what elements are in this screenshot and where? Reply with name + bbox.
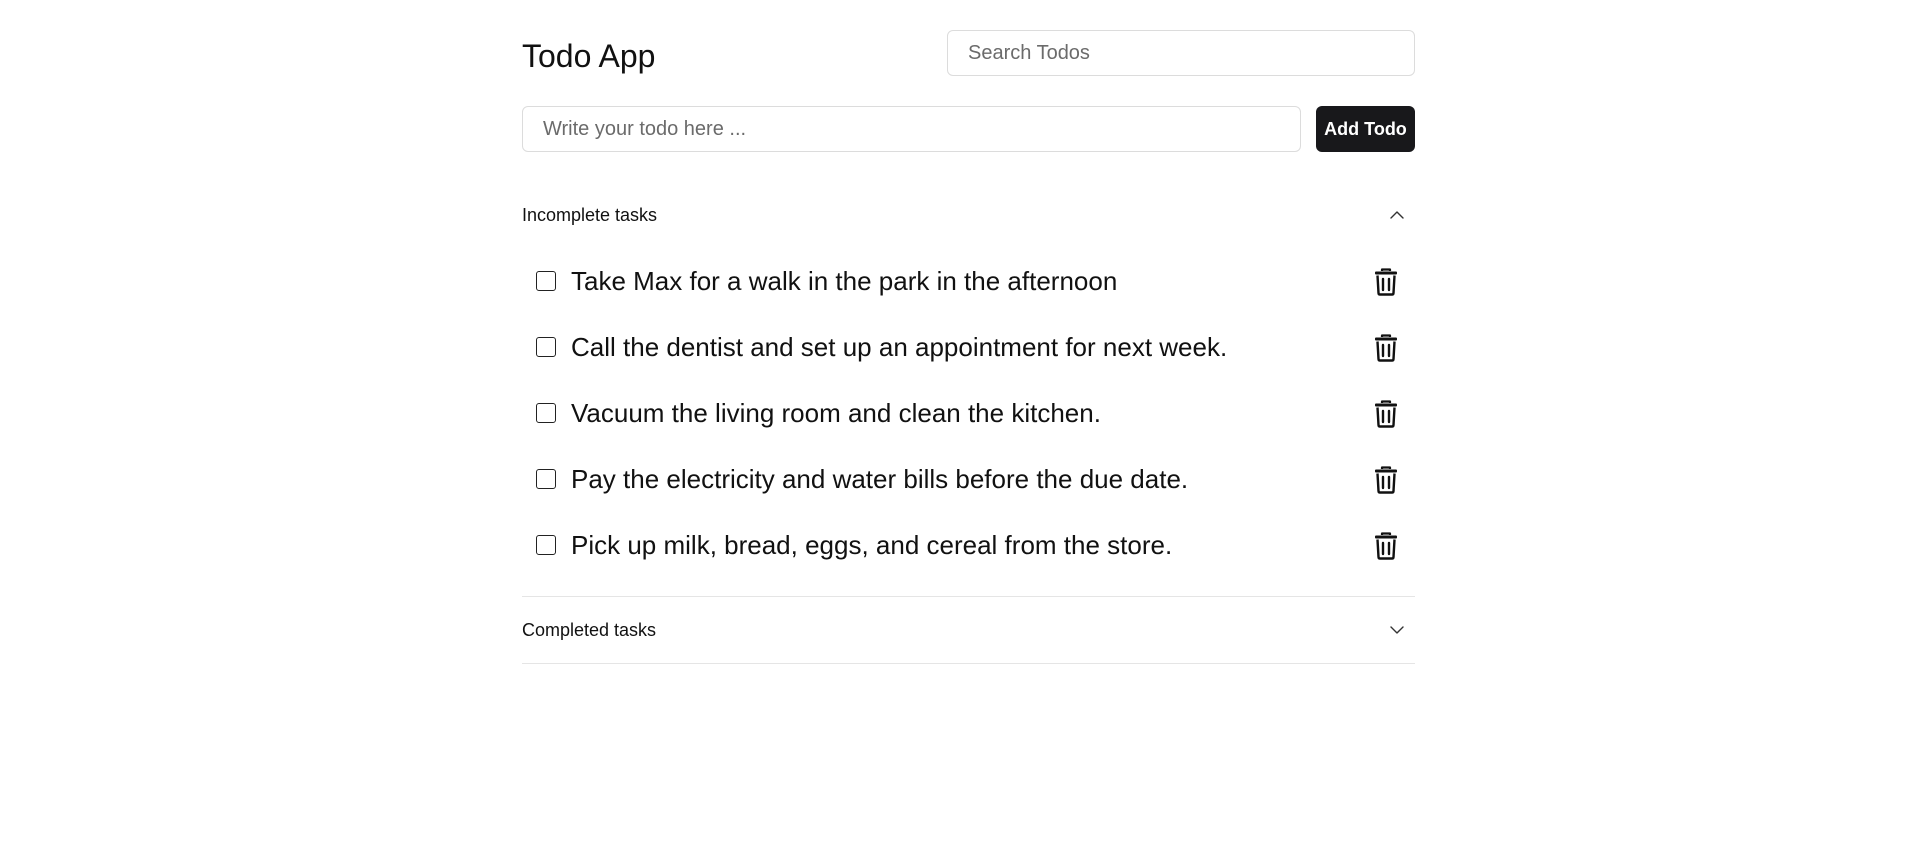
trash-icon[interactable] bbox=[1372, 267, 1400, 297]
incomplete-tasks-title: Incomplete tasks bbox=[522, 204, 658, 225]
completed-tasks-title: Completed tasks bbox=[522, 619, 657, 640]
task-text: Pick up milk, bread, eggs, and cereal fr… bbox=[571, 529, 1173, 560]
app-title: Todo App bbox=[522, 38, 656, 74]
task-row: Vacuum the living room and clean the kit… bbox=[522, 380, 1415, 446]
task-checkbox[interactable] bbox=[536, 403, 556, 423]
trash-icon[interactable] bbox=[1372, 465, 1400, 495]
chevron-down-icon bbox=[1389, 622, 1405, 638]
task-row: Pick up milk, bread, eggs, and cereal fr… bbox=[522, 512, 1415, 578]
incomplete-task-list: Take Max for a walk in the park in the a… bbox=[522, 248, 1415, 578]
task-row: Call the dentist and set up an appointme… bbox=[522, 314, 1415, 380]
task-checkbox[interactable] bbox=[536, 535, 556, 555]
task-checkbox[interactable] bbox=[536, 337, 556, 357]
chevron-up-icon bbox=[1389, 207, 1405, 223]
todo-input[interactable] bbox=[522, 106, 1301, 152]
section-divider bbox=[522, 663, 1415, 664]
task-text: Call the dentist and set up an appointme… bbox=[571, 331, 1228, 362]
search-input[interactable] bbox=[947, 30, 1415, 76]
task-row: Take Max for a walk in the park in the a… bbox=[522, 248, 1415, 314]
task-checkbox[interactable] bbox=[536, 469, 556, 489]
task-text: Take Max for a walk in the park in the a… bbox=[571, 265, 1118, 296]
add-todo-button[interactable]: Add Todo bbox=[1316, 106, 1415, 152]
task-text: Vacuum the living room and clean the kit… bbox=[571, 397, 1101, 428]
task-text: Pay the electricity and water bills befo… bbox=[571, 463, 1189, 494]
header: Todo App bbox=[522, 30, 1415, 76]
add-todo-row: Add Todo bbox=[522, 106, 1415, 152]
completed-tasks-toggle[interactable]: Completed tasks bbox=[522, 597, 1415, 663]
task-checkbox[interactable] bbox=[536, 271, 556, 291]
incomplete-tasks-toggle[interactable]: Incomplete tasks bbox=[522, 182, 1415, 248]
trash-icon[interactable] bbox=[1372, 333, 1400, 363]
trash-icon[interactable] bbox=[1372, 531, 1400, 561]
task-row: Pay the electricity and water bills befo… bbox=[522, 446, 1415, 512]
trash-icon[interactable] bbox=[1372, 399, 1400, 429]
